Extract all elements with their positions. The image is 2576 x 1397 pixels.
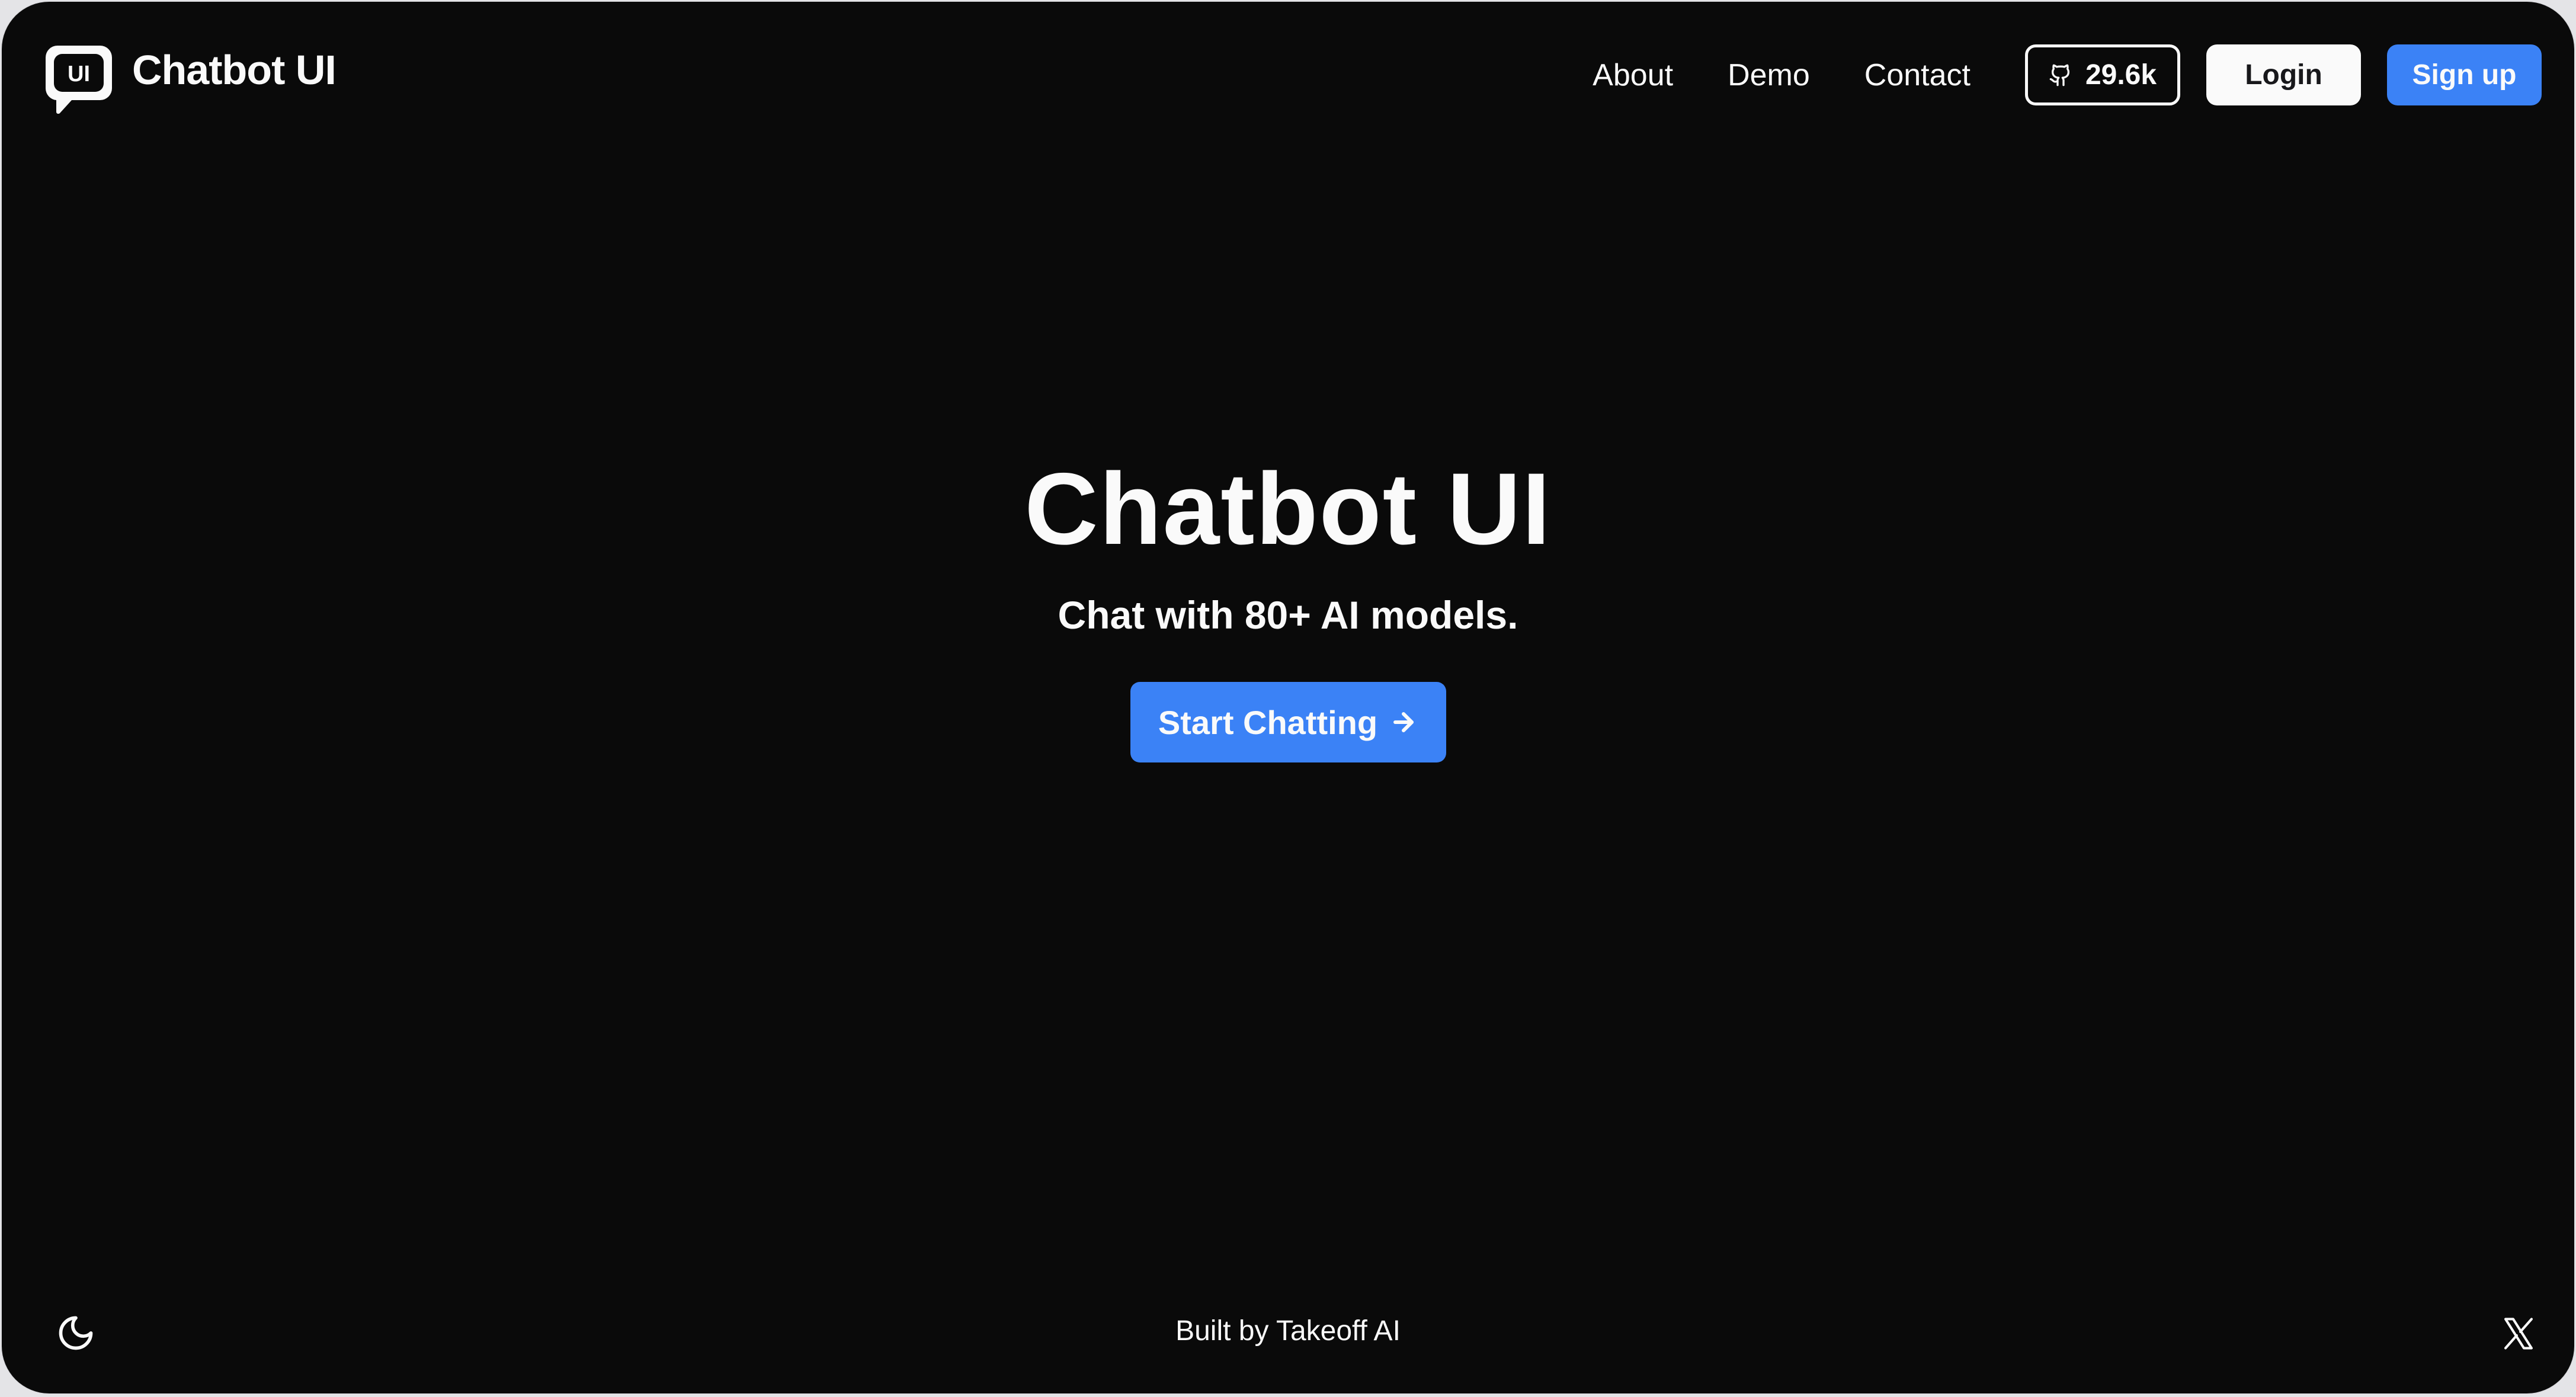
login-button[interactable]: Login <box>2206 44 2361 105</box>
nav-link-about[interactable]: About <box>1593 60 1673 91</box>
nav-link-demo[interactable]: Demo <box>1728 60 1810 91</box>
start-chatting-button[interactable]: Start Chatting <box>1130 682 1446 762</box>
x-social-link[interactable] <box>2497 1312 2540 1355</box>
hero-title: Chatbot UI <box>1024 452 1552 566</box>
brand-name: Chatbot UI <box>132 47 337 93</box>
x-twitter-icon <box>2504 1318 2533 1350</box>
chat-bubble-logo-icon: UI <box>45 46 112 114</box>
hero-subtitle: Chat with 80+ AI models. <box>1058 593 1518 637</box>
github-stars-count: 29.6k <box>2085 59 2157 91</box>
github-stars-button[interactable]: 29.6k <box>2025 44 2180 105</box>
signup-button[interactable]: Sign up <box>2387 44 2542 105</box>
footer-credit-link[interactable]: Built by Takeoff AI <box>1175 1315 1401 1347</box>
footer-credit: Built by Takeoff AI <box>2 1317 2574 1345</box>
brand-logo-link[interactable]: UI Chatbot UI <box>43 43 337 114</box>
arrow-right-icon <box>1393 712 1414 732</box>
nav-link-contact[interactable]: Contact <box>1864 60 1971 91</box>
hero-section: Chatbot UI Chat with 80+ AI models. Star… <box>2 458 2574 762</box>
start-chatting-label: Start Chatting <box>1158 703 1378 741</box>
github-icon <box>2049 64 2069 86</box>
app-window: UI Chatbot UI About Demo Contact 29.6k L… <box>2 2 2574 1393</box>
top-nav: About Demo Contact 29.6k Login Sign up <box>1593 44 2542 105</box>
logo-glyph-text: UI <box>68 62 90 86</box>
